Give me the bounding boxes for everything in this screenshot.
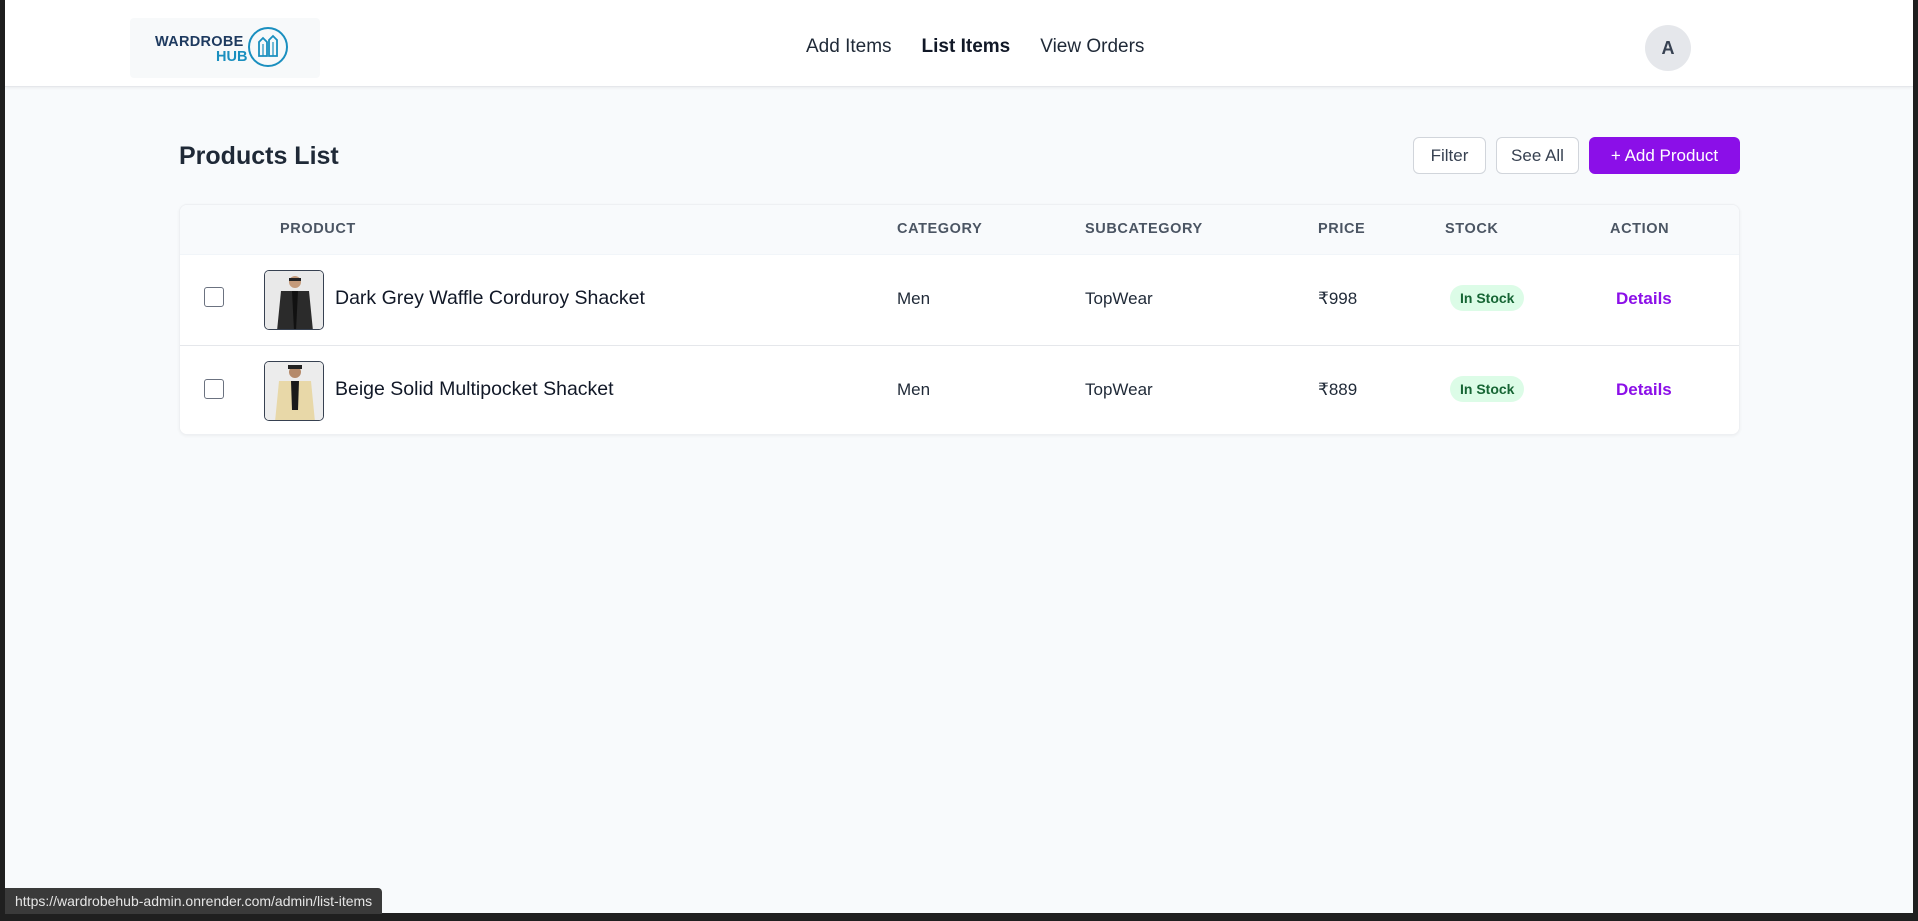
column-header-subcategory: SUBCATEGORY — [1085, 221, 1203, 237]
product-price: ₹998 — [1318, 289, 1358, 308]
filter-button[interactable]: Filter — [1413, 137, 1486, 174]
row-select-checkbox[interactable] — [204, 287, 224, 307]
add-product-button[interactable]: + Add Product — [1589, 137, 1740, 174]
nav-add-items[interactable]: Add Items — [806, 36, 892, 58]
product-name: Beige Solid Multipocket Shacket — [335, 378, 614, 400]
column-header-category: CATEGORY — [897, 221, 983, 237]
column-header-product: PRODUCT — [280, 221, 356, 237]
column-header-action: ACTION — [1610, 221, 1670, 237]
brand-logo[interactable]: WARDROBE HUB — [130, 18, 320, 78]
nav-list-items[interactable]: List Items — [922, 36, 1011, 58]
product-image-icon — [265, 362, 323, 420]
table-row: Dark Grey Waffle Corduroy Shacket Men To… — [180, 255, 1739, 345]
product-subcategory: TopWear — [1085, 380, 1153, 399]
see-all-button[interactable]: See All — [1496, 137, 1579, 174]
product-price: ₹889 — [1318, 380, 1358, 399]
main-nav: Add Items List Items View Orders — [806, 36, 1144, 58]
product-subcategory: TopWear — [1085, 289, 1153, 308]
product-thumbnail — [264, 270, 324, 330]
stock-status-badge: In Stock — [1450, 285, 1525, 311]
row-select-checkbox[interactable] — [204, 379, 224, 399]
products-table: PRODUCT CATEGORY SUBCATEGORY PRICE STOCK… — [179, 204, 1740, 435]
nav-view-orders[interactable]: View Orders — [1040, 36, 1144, 58]
brand-name-line2: HUB — [216, 49, 248, 65]
product-category: Men — [897, 289, 931, 308]
details-link[interactable]: Details — [1616, 289, 1672, 309]
product-category: Men — [897, 380, 931, 399]
user-avatar[interactable]: A — [1645, 25, 1691, 71]
brand-name-line1: WARDROBE — [155, 34, 244, 50]
product-image-icon — [265, 271, 323, 329]
stock-status-badge: In Stock — [1450, 376, 1525, 402]
product-thumbnail — [264, 361, 324, 421]
product-name: Dark Grey Waffle Corduroy Shacket — [335, 287, 645, 309]
details-link[interactable]: Details — [1616, 380, 1672, 400]
table-row: Beige Solid Multipocket Shacket Men TopW… — [180, 345, 1739, 434]
page-title: Products List — [179, 142, 339, 170]
link-status-url: https://wardrobehub-admin.onrender.com/a… — [5, 888, 383, 914]
top-navbar: WARDROBE HUB Add Items List Items View O… — [5, 0, 1913, 87]
wardrobe-logo-icon — [248, 27, 288, 67]
column-header-stock: STOCK — [1445, 221, 1499, 237]
app-viewport: WARDROBE HUB Add Items List Items View O… — [5, 0, 1913, 913]
column-header-price: PRICE — [1318, 221, 1366, 237]
table-header: PRODUCT CATEGORY SUBCATEGORY PRICE STOCK… — [180, 205, 1739, 255]
